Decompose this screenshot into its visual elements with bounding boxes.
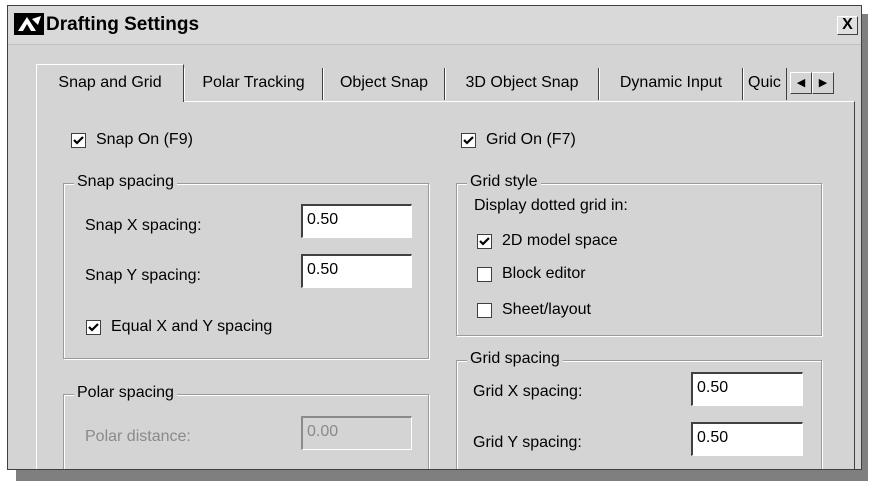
tab-label: 3D Object Snap (465, 74, 579, 91)
grid-on-label: Grid On (F7) (486, 131, 576, 148)
checkmark-icon (88, 322, 99, 332)
close-button[interactable]: X (837, 16, 858, 35)
model-space-label: 2D model space (502, 232, 618, 249)
display-dotted-grid-label: Display dotted grid in: (474, 197, 628, 214)
tab-3d-object-snap[interactable]: 3D Object Snap (445, 68, 599, 100)
checkmark-icon (479, 236, 490, 246)
equal-xy-spacing-checkbox[interactable]: Equal X and Y spacing (86, 318, 272, 336)
close-icon: X (842, 16, 853, 33)
snap-spacing-legend: Snap spacing (74, 173, 177, 191)
dialog-title: Drafting Settings (46, 14, 200, 35)
snap-x-spacing-input[interactable]: 0.50 (301, 204, 412, 238)
tab-snap-and-grid[interactable]: Snap and Grid (36, 64, 184, 102)
grid-spacing-legend: Grid spacing (467, 350, 563, 368)
tab-dynamic-input[interactable]: Dynamic Input (599, 68, 743, 100)
tab-label: Dynamic Input (619, 74, 723, 91)
drafting-settings-dialog: Drafting Settings X Snap and Grid Polar … (7, 5, 862, 470)
snap-on-label: Snap On (F9) (96, 131, 193, 148)
grid-spacing-group: Grid spacing Grid X spacing: 0.50 Grid Y… (456, 350, 822, 469)
checkmark-icon (73, 135, 84, 145)
grid-y-spacing-input[interactable]: 0.50 (691, 422, 803, 456)
checkbox-box[interactable] (461, 132, 476, 148)
checkbox-box[interactable] (477, 266, 492, 282)
grid-style-group: Grid style Display dotted grid in: 2D mo… (456, 173, 822, 336)
polar-spacing-group: Polar spacing Polar distance: 0.00 (63, 384, 429, 469)
grid-on-checkbox[interactable]: Grid On (F7) (461, 131, 576, 149)
block-editor-checkbox[interactable]: Block editor (477, 265, 586, 283)
window-shadow-bottom (16, 469, 866, 481)
polar-distance-label: Polar distance: (85, 428, 191, 445)
arrow-right-icon: ▶ (818, 77, 828, 89)
snap-on-checkbox[interactable]: Snap On (F9) (71, 131, 193, 149)
checkbox-box[interactable] (86, 319, 101, 335)
block-editor-label: Block editor (502, 265, 586, 282)
snap-spacing-group: Snap spacing Snap X spacing: 0.50 Snap Y… (63, 173, 429, 359)
grid-x-label: Grid X spacing: (473, 383, 583, 400)
checkbox-box[interactable] (477, 302, 492, 318)
checkmark-icon (463, 135, 474, 145)
grid-style-legend: Grid style (467, 173, 541, 191)
tab-label: Object Snap (339, 74, 429, 91)
sheet-layout-label: Sheet/layout (502, 301, 591, 318)
checkbox-box[interactable] (477, 233, 492, 249)
polar-distance-input[interactable]: 0.00 (301, 416, 412, 450)
tab-label: Polar Tracking (202, 74, 305, 91)
tab-scroll-right-button[interactable]: ▶ (812, 72, 834, 94)
grid-y-label: Grid Y spacing: (473, 434, 582, 451)
tab-object-snap[interactable]: Object Snap (323, 68, 445, 100)
polar-spacing-legend: Polar spacing (74, 384, 177, 402)
tab-label: Quic (748, 74, 781, 91)
snap-y-spacing-input[interactable]: 0.50 (301, 254, 412, 288)
equal-xy-spacing-label: Equal X and Y spacing (111, 318, 273, 335)
tab-label: Snap and Grid (58, 74, 162, 91)
snap-y-label: Snap Y spacing: (85, 267, 201, 284)
grid-x-spacing-input[interactable]: 0.50 (691, 372, 803, 406)
autocad-app-icon (14, 13, 44, 35)
tab-polar-tracking[interactable]: Polar Tracking (184, 68, 323, 100)
snap-and-grid-panel: Snap On (F9) Snap spacing Snap X spacing… (36, 101, 855, 469)
tab-scroll-left-button[interactable]: ◀ (790, 72, 812, 94)
tab-quick-properties[interactable]: Quic (743, 68, 787, 100)
model-space-checkbox[interactable]: 2D model space (477, 232, 618, 250)
checkbox-box[interactable] (71, 132, 86, 148)
title-bar[interactable]: Drafting Settings X (8, 6, 861, 45)
snap-x-label: Snap X spacing: (85, 217, 202, 234)
arrow-left-icon: ◀ (796, 77, 806, 89)
sheet-layout-checkbox[interactable]: Sheet/layout (477, 301, 591, 319)
